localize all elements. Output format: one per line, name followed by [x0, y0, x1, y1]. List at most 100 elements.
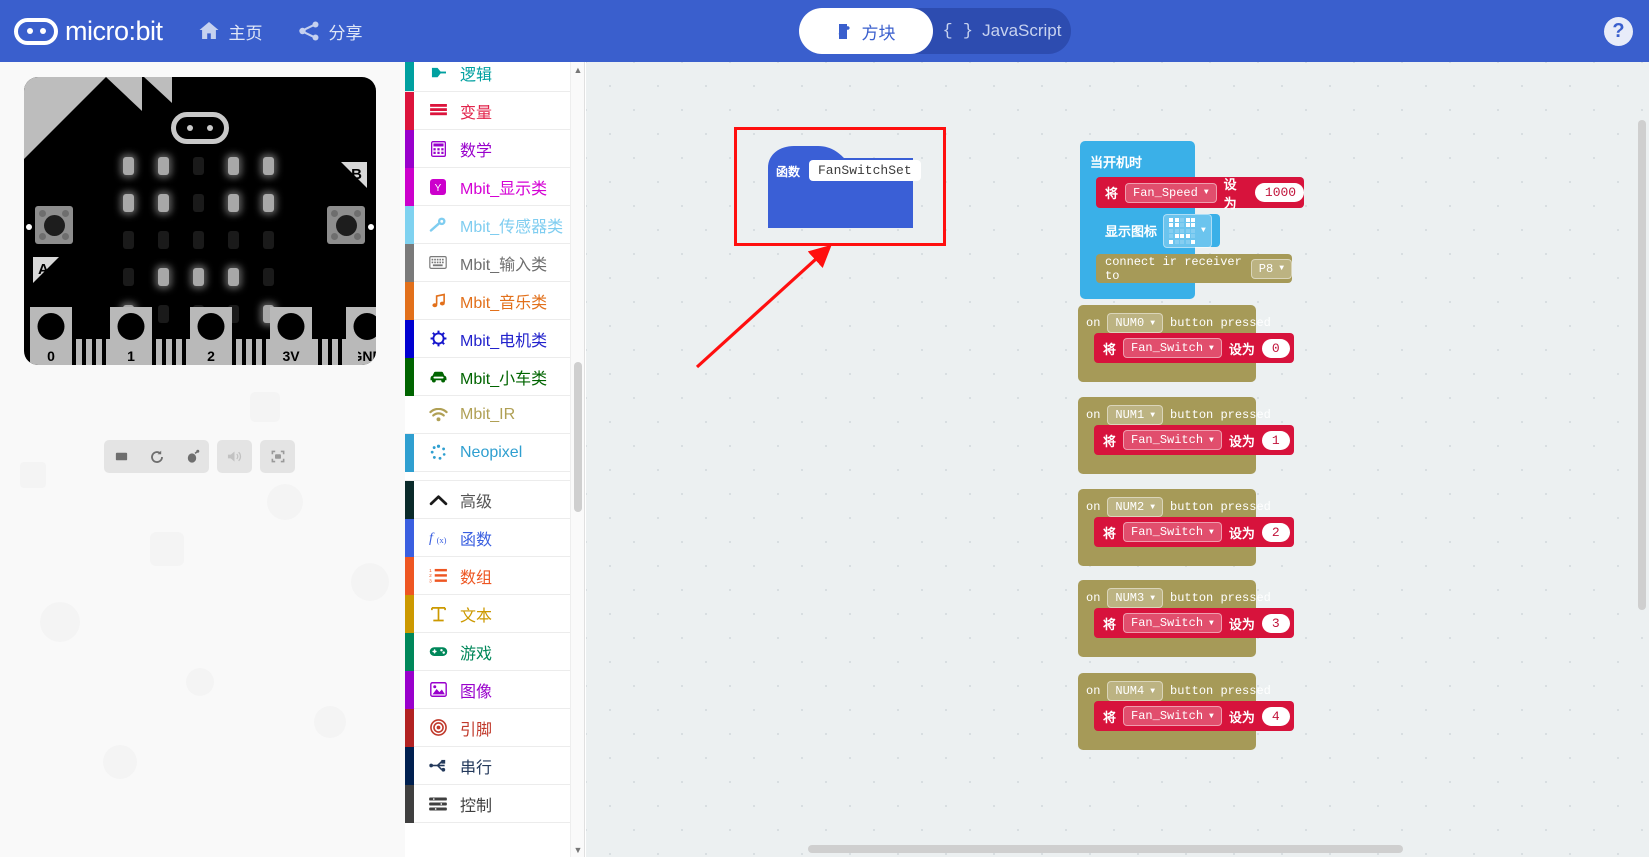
board-notch-two — [144, 77, 172, 103]
handler-button-label: NUM1 — [1115, 408, 1145, 422]
fullscreen-button[interactable] — [260, 440, 295, 473]
category-label: Mbit_IR — [460, 405, 516, 423]
right-edge-dot — [368, 224, 374, 230]
svg-text:1: 1 — [429, 568, 432, 573]
stop-button[interactable] — [104, 440, 139, 473]
toolbox-category-函数[interactable]: f (x) 函数 — [405, 519, 584, 557]
handler-suffix-label: button pressed — [1170, 500, 1271, 514]
connect-ir-receiver-block[interactable]: connect ir receiver to P8 ▼ — [1096, 254, 1292, 283]
board-button-a[interactable] — [35, 206, 73, 244]
toolbox-category-Mbit_显示类[interactable]: Y Mbit_显示类 — [405, 168, 584, 206]
toolbox-category-数学[interactable]: 数学 — [405, 130, 584, 168]
microbit-logo[interactable]: micro:bit — [14, 16, 163, 47]
set-fan-switch-block[interactable]: 将 Fan_Switch ▼ 设为 4 — [1094, 701, 1294, 731]
svg-text:Y: Y — [435, 183, 442, 194]
fan-switch-value[interactable]: 3 — [1261, 613, 1290, 633]
toolbox-scrollbar[interactable]: ▲ ▼ — [570, 62, 584, 857]
function-name-field[interactable]: FanSwitchSet — [809, 160, 921, 181]
restart-icon — [150, 450, 163, 463]
variable-name-label: Fan_Switch — [1131, 341, 1204, 355]
variable-dropdown-fan-switch[interactable]: Fan_Switch ▼ — [1123, 338, 1222, 358]
show-icon-block[interactable]: 显示图标 ▼ — [1096, 213, 1220, 248]
variable-dropdown-fan-switch[interactable]: Fan_Switch ▼ — [1123, 613, 1222, 633]
fan-switch-value[interactable]: 1 — [1261, 430, 1290, 450]
fan-switch-value[interactable]: 4 — [1261, 706, 1290, 726]
category-label: 图像 — [460, 683, 493, 701]
toolbox-category-Mbit_输入类[interactable]: Mbit_输入类 — [405, 244, 584, 282]
pin-0[interactable]: 0 — [30, 307, 72, 365]
icon-picker-field[interactable]: ▼ — [1163, 213, 1212, 248]
variable-dropdown-fan-speed[interactable]: Fan_Speed ▼ — [1125, 182, 1217, 203]
toolbox-category-Mbit_传感器类[interactable]: Mbit_传感器类 — [405, 206, 584, 244]
fan-speed-value[interactable]: 1000 — [1254, 183, 1304, 202]
function-definition-block[interactable]: 函数 FanSwitchSet — [768, 144, 921, 229]
set-prefix-label: 将 — [1105, 186, 1119, 201]
pin-hole — [117, 313, 145, 340]
button-a-label: A — [38, 261, 49, 278]
pin-hole — [37, 313, 65, 340]
workspace-vertical-scrollbar[interactable] — [1635, 62, 1649, 857]
share-button[interactable]: 分享 — [297, 19, 363, 44]
handler-button-dropdown[interactable]: NUM3 ▼ — [1107, 588, 1164, 608]
pin-label: 1 — [127, 348, 135, 364]
blocks-workspace[interactable]: 函数 FanSwitchSet 当开机时 将 Fan_Speed ▼ 设为 10… — [586, 62, 1649, 857]
chevron-down-icon: ▼ — [1279, 264, 1284, 273]
category-label: Mbit_小车类 — [460, 370, 548, 388]
scroll-up-icon[interactable]: ▲ — [571, 62, 584, 77]
set-fan-switch-block[interactable]: 将 Fan_Switch ▼ 设为 3 — [1094, 608, 1294, 638]
horizontal-scroll-thumb[interactable] — [808, 845, 1403, 853]
curly-braces-icon: { } — [942, 21, 974, 41]
toolbox-category-控制[interactable]: 控制 — [405, 785, 584, 823]
fan-switch-value[interactable]: 2 — [1261, 522, 1290, 542]
mute-button[interactable] — [217, 440, 252, 473]
toolbox-category-图像[interactable]: 图像 — [405, 671, 584, 709]
set-prefix-label: 将 — [1103, 616, 1117, 632]
tab-blocks-label: 方块 — [861, 23, 896, 43]
speaker-icon — [227, 451, 242, 462]
category-color-bar — [405, 633, 414, 671]
set-fan-switch-block[interactable]: 将 Fan_Switch ▼ 设为 2 — [1094, 517, 1294, 547]
board-button-b[interactable] — [327, 206, 365, 244]
debug-button[interactable] — [174, 440, 209, 473]
home-button[interactable]: 主页 — [197, 19, 263, 44]
set-fan-switch-block[interactable]: 将 Fan_Switch ▼ 设为 1 — [1094, 425, 1294, 455]
tab-javascript[interactable]: { } JavaScript — [933, 8, 1071, 54]
handler-button-dropdown[interactable]: NUM1 ▼ — [1107, 405, 1164, 425]
toolbox-category-引脚[interactable]: 引脚 — [405, 709, 584, 747]
toolbox-category-游戏[interactable]: 游戏 — [405, 633, 584, 671]
handler-button-dropdown[interactable]: NUM2 ▼ — [1107, 497, 1164, 517]
toolbox-category-逻辑[interactable]: 逻辑 — [405, 62, 584, 92]
toolbox-scroll-thumb[interactable] — [574, 362, 582, 512]
ir-pin-dropdown[interactable]: P8 ▼ — [1250, 258, 1292, 279]
icon-dot-2-4 — [1191, 228, 1196, 233]
handler-button-dropdown[interactable]: NUM4 ▼ — [1107, 681, 1164, 701]
toolbox-category-Mbit_电机类[interactable]: Mbit_电机类 — [405, 320, 584, 358]
category-label: 游戏 — [460, 645, 493, 663]
toolbox-category-数组[interactable]: 1 2 3 数组 — [405, 557, 584, 595]
category-label: 变量 — [460, 104, 493, 122]
restart-button[interactable] — [139, 440, 174, 473]
toolbox-category-高级[interactable]: 高级 — [405, 481, 584, 519]
workspace-horizontal-scrollbar[interactable] — [586, 841, 1649, 857]
toolbox-category-Neopixel[interactable]: Neopixel — [405, 434, 584, 472]
fan-switch-value[interactable]: 0 — [1261, 338, 1290, 358]
variable-dropdown-fan-switch[interactable]: Fan_Switch ▼ — [1123, 430, 1222, 450]
help-button[interactable]: ? — [1604, 17, 1633, 46]
toolbox-category-串行[interactable]: 串行 — [405, 747, 584, 785]
vertical-scroll-thumb[interactable] — [1638, 120, 1646, 610]
tab-blocks[interactable]: 方块 — [799, 8, 933, 54]
handler-prefix-label: on — [1086, 408, 1101, 422]
set-fan-switch-block[interactable]: 将 Fan_Switch ▼ 设为 0 — [1094, 333, 1294, 363]
set-fan-speed-block[interactable]: 将 Fan_Speed ▼ 设为 1000 — [1096, 177, 1304, 211]
toolbox-category-Mbit_音乐类[interactable]: Mbit_音乐类 — [405, 282, 584, 320]
toolbox-category-变量[interactable]: 变量 — [405, 92, 584, 130]
toolbox-category-文本[interactable]: 文本 — [405, 595, 584, 633]
toolbox-category-Mbit_小车类[interactable]: Mbit_小车类 — [405, 358, 584, 396]
variable-dropdown-fan-switch[interactable]: Fan_Switch ▼ — [1123, 706, 1222, 726]
variable-dropdown-fan-switch[interactable]: Fan_Switch ▼ — [1123, 522, 1222, 542]
handler-button-dropdown[interactable]: NUM0 ▼ — [1107, 313, 1164, 333]
led-3-1 — [158, 268, 169, 286]
toolbox-category-Mbit_IR[interactable]: Mbit_IR — [405, 396, 584, 434]
red-arrow — [695, 244, 832, 369]
scroll-down-icon[interactable]: ▼ — [571, 842, 584, 857]
